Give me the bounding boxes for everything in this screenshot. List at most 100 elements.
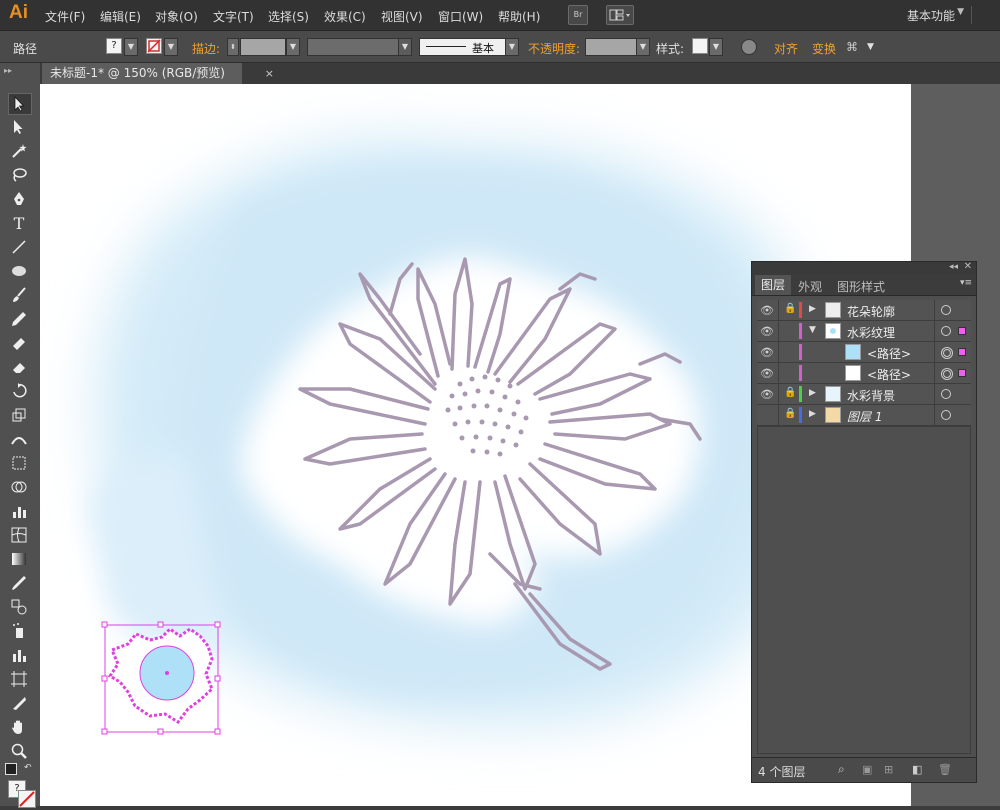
- layer-name[interactable]: <路径>: [867, 366, 911, 383]
- opacity-label[interactable]: 不透明度:: [528, 40, 580, 57]
- layer-row-layer-1[interactable]: 🔒 ▶ 图层 1: [757, 405, 971, 426]
- tab-graphic-styles[interactable]: 图形样式: [837, 278, 885, 295]
- eyedropper-tool-icon[interactable]: [8, 573, 30, 593]
- stroke-color-box[interactable]: [18, 790, 36, 808]
- artboard-tool-icon[interactable]: [8, 669, 30, 689]
- workspace-switcher[interactable]: 基本功能: [907, 7, 955, 24]
- expand-triangle-icon[interactable]: ▶: [809, 409, 816, 419]
- layer-row-path-2[interactable]: 👁 <路径>: [757, 363, 971, 384]
- target-icon[interactable]: [941, 305, 951, 315]
- target-icon[interactable]: [941, 326, 951, 336]
- menu-effect[interactable]: 效果(C): [324, 8, 366, 25]
- width-tool-icon[interactable]: [8, 429, 30, 449]
- collapse-triangle-icon[interactable]: ▼: [809, 325, 816, 335]
- collapse-panel-icon[interactable]: ◂◂: [949, 262, 958, 272]
- opacity-dropdown[interactable]: ▼: [636, 38, 650, 56]
- graph-tool-icon[interactable]: [8, 501, 30, 521]
- eye-icon[interactable]: 👁: [760, 388, 774, 401]
- line-segment-tool-icon[interactable]: [8, 237, 30, 257]
- menu-file[interactable]: 文件(F): [45, 8, 85, 25]
- mesh-tool-icon[interactable]: [8, 525, 30, 545]
- default-colors-icon[interactable]: [5, 763, 17, 775]
- type-tool-icon[interactable]: T: [8, 213, 30, 233]
- layer-name[interactable]: 花朵轮廓: [847, 303, 895, 320]
- transform-link[interactable]: 变换: [812, 40, 836, 57]
- new-layer-icon[interactable]: ◧: [912, 763, 922, 776]
- lock-icon[interactable]: 🔒: [784, 408, 796, 419]
- tab-layers[interactable]: 图层: [755, 275, 792, 295]
- blend-tool-icon[interactable]: [8, 597, 30, 617]
- target-icon[interactable]: [941, 368, 953, 380]
- fill-dropdown[interactable]: ▼: [124, 38, 138, 56]
- layer-name[interactable]: <路径>: [867, 345, 911, 362]
- stroke-weight-dropdown[interactable]: ▼: [286, 38, 300, 56]
- target-icon[interactable]: [941, 347, 953, 359]
- menu-edit[interactable]: 编辑(E): [100, 8, 141, 25]
- close-icon[interactable]: ✕: [964, 261, 972, 272]
- swap-colors-icon[interactable]: ↶: [24, 763, 32, 773]
- menu-select[interactable]: 选择(S): [268, 8, 309, 25]
- pencil-tool-icon[interactable]: [8, 309, 30, 329]
- direct-selection-tool-icon[interactable]: [8, 117, 30, 137]
- menu-view[interactable]: 视图(V): [381, 8, 423, 25]
- chevron-down-icon[interactable]: ▼: [957, 7, 964, 17]
- menu-window[interactable]: 窗口(W): [438, 8, 483, 25]
- tab-appearance[interactable]: 外观: [798, 278, 822, 295]
- selection-indicator[interactable]: [958, 369, 966, 377]
- profile-dropdown[interactable]: ▼: [398, 38, 412, 56]
- layer-name[interactable]: 水彩纹理: [847, 324, 895, 341]
- fill-swatch[interactable]: ?: [106, 38, 122, 54]
- stroke-dropdown[interactable]: ▼: [164, 38, 178, 56]
- selection-indicator[interactable]: [958, 348, 966, 356]
- layer-row-watercolor-background[interactable]: 👁 🔒 ▶ 水彩背景: [757, 384, 971, 405]
- opacity-field[interactable]: [585, 38, 637, 56]
- eye-icon[interactable]: 👁: [760, 367, 774, 380]
- style-dropdown[interactable]: ▼: [709, 38, 723, 56]
- gradient-tool-icon[interactable]: [8, 549, 30, 569]
- selection-tool-icon[interactable]: [8, 93, 32, 115]
- panel-menu-icon[interactable]: ▾≡: [960, 278, 972, 288]
- variable-width-profile[interactable]: [307, 38, 399, 56]
- blob-brush-tool-icon[interactable]: [8, 333, 30, 353]
- ellipse-tool-icon[interactable]: [8, 261, 30, 281]
- new-sublayer-icon[interactable]: ⊞: [884, 763, 893, 776]
- brush-dropdown[interactable]: ▼: [505, 38, 519, 56]
- trash-icon[interactable]: 🗑: [938, 763, 952, 776]
- target-icon[interactable]: [941, 410, 951, 420]
- layer-name[interactable]: 水彩背景: [847, 387, 895, 404]
- lock-icon[interactable]: 🔒: [784, 387, 796, 398]
- recolor-artwork-icon[interactable]: [741, 39, 757, 55]
- rotate-tool-icon[interactable]: [8, 381, 30, 401]
- scale-tool-icon[interactable]: [8, 405, 30, 425]
- arrange-documents-button[interactable]: [606, 5, 634, 25]
- graphic-style-swatch[interactable]: [692, 38, 708, 54]
- expand-triangle-icon[interactable]: ▶: [809, 388, 816, 398]
- layer-row-path-1[interactable]: 👁 <路径>: [757, 342, 971, 363]
- lasso-tool-icon[interactable]: [8, 165, 30, 185]
- layer-name[interactable]: 图层 1: [847, 408, 882, 425]
- stroke-stepper[interactable]: ⬍: [227, 38, 239, 56]
- symbol-sprayer-tool-icon[interactable]: [8, 621, 30, 641]
- document-tab[interactable]: 未标题-1* @ 150% (RGB/预览) ×: [42, 63, 274, 84]
- collapse-icon[interactable]: ▸▸: [4, 66, 12, 75]
- layer-row-watercolor-texture[interactable]: 👁 ▼ 水彩纹理: [757, 321, 971, 342]
- paintbrush-tool-icon[interactable]: [8, 285, 30, 305]
- clipping-mask-icon[interactable]: ▣: [862, 763, 872, 776]
- chevron-down-icon[interactable]: ▼: [867, 42, 874, 52]
- eye-icon[interactable]: 👁: [760, 346, 774, 359]
- lock-icon[interactable]: 🔒: [784, 303, 796, 314]
- expand-triangle-icon[interactable]: ▶: [809, 304, 816, 314]
- hand-tool-icon[interactable]: [8, 717, 30, 737]
- selection-indicator[interactable]: [958, 327, 966, 335]
- menu-type[interactable]: 文字(T): [213, 8, 254, 25]
- isolate-icon[interactable]: ⌘: [846, 40, 858, 54]
- eye-icon[interactable]: 👁: [760, 325, 774, 338]
- target-icon[interactable]: [941, 389, 951, 399]
- menu-help[interactable]: 帮助(H): [498, 8, 540, 25]
- pen-tool-icon[interactable]: [8, 189, 30, 209]
- magic-wand-tool-icon[interactable]: [8, 141, 30, 161]
- layer-row-flower-outline[interactable]: 👁 🔒 ▶ 花朵轮廓: [757, 300, 971, 321]
- column-graph-tool-icon[interactable]: [8, 645, 30, 665]
- menu-object[interactable]: 对象(O): [155, 8, 198, 25]
- align-link[interactable]: 对齐: [774, 40, 798, 57]
